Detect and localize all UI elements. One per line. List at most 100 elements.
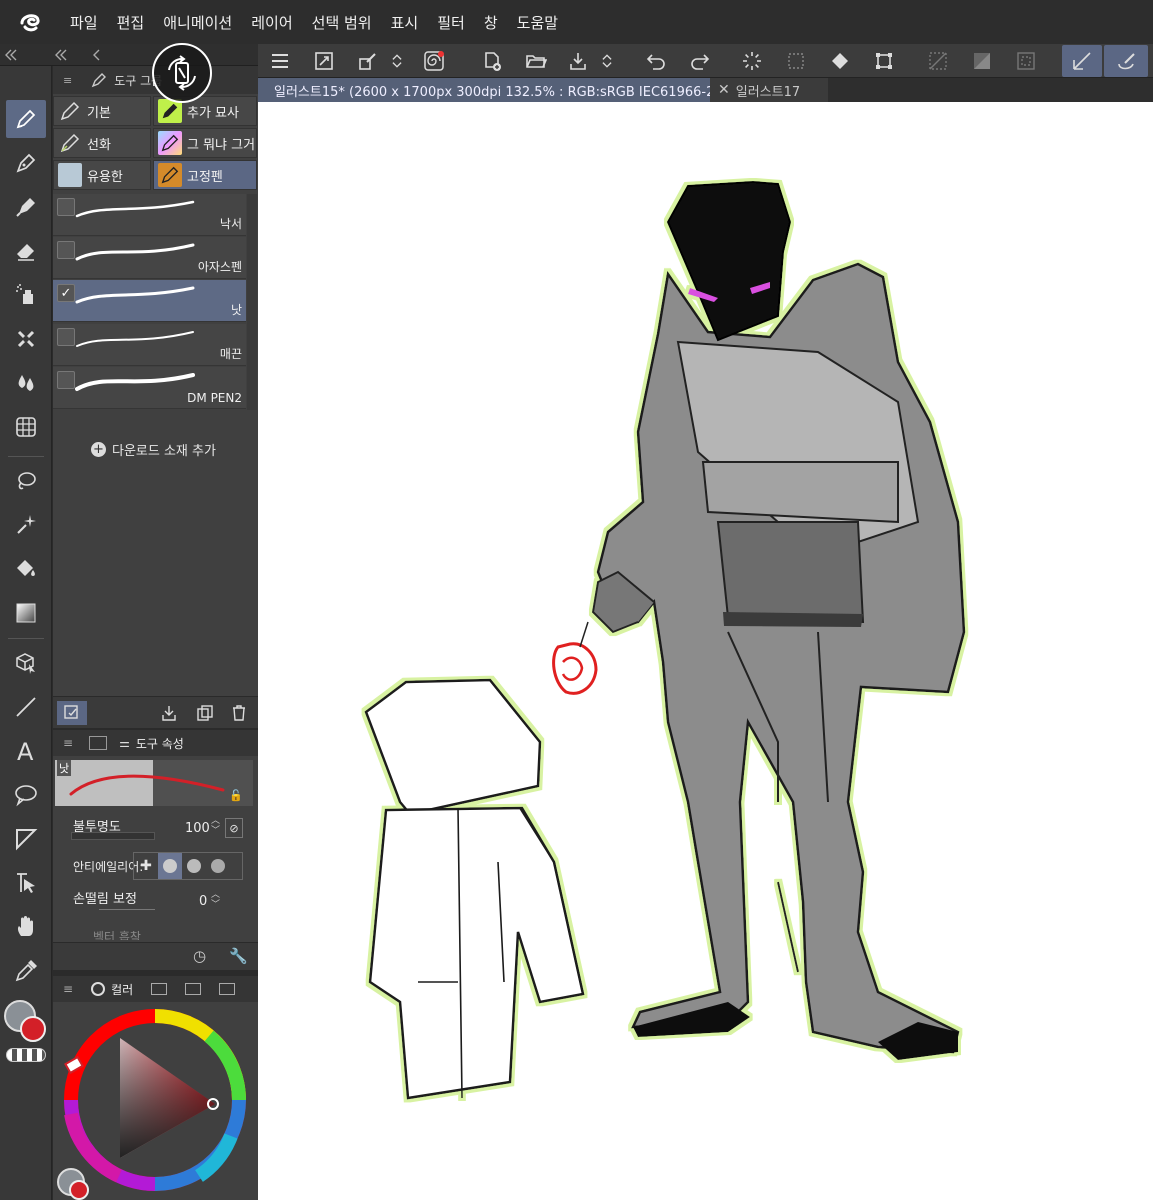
selection-dotted-icon[interactable] xyxy=(782,47,810,75)
tab-document-1[interactable]: 일러스트15* (2600 x 1700px 300dpi 132.5% : R… xyxy=(258,78,732,102)
undo-icon[interactable] xyxy=(642,47,670,75)
group-additional[interactable]: 추가 묘사 xyxy=(153,96,257,126)
transform-icon[interactable] xyxy=(870,47,898,75)
hand-icon[interactable] xyxy=(6,908,46,946)
brush-checkbox-checked[interactable]: ✓ xyxy=(57,284,75,302)
hue-ring[interactable] xyxy=(59,1004,251,1196)
eraser-icon[interactable] xyxy=(6,232,46,270)
import-icon[interactable] xyxy=(157,701,181,725)
brush-item-selected[interactable]: ✓ 낫 xyxy=(53,280,246,322)
antialias-selector[interactable]: ✚ xyxy=(133,852,243,880)
new-file-icon[interactable] xyxy=(478,47,506,75)
transparent-color-toggle[interactable] xyxy=(6,1048,46,1062)
fill-bucket-toolbar-icon[interactable] xyxy=(826,47,854,75)
spray-icon[interactable] xyxy=(6,276,46,314)
pen-icon[interactable] xyxy=(6,100,46,138)
group-basic[interactable]: 기본 xyxy=(53,96,151,126)
eyedropper-icon[interactable] xyxy=(6,952,46,990)
invert-selection-icon[interactable] xyxy=(968,47,996,75)
expand-icon[interactable] xyxy=(388,47,406,75)
antialias-strong-icon[interactable] xyxy=(206,853,230,879)
menu-animation[interactable]: 애니메이션 xyxy=(163,12,232,33)
group-useful[interactable]: 유용한 xyxy=(53,160,151,190)
subtool-detail-icon[interactable] xyxy=(89,736,108,750)
stabilizer-value[interactable]: 0 xyxy=(199,894,207,909)
menu-edit[interactable]: 편집 xyxy=(117,12,145,33)
loading-spinner-icon[interactable] xyxy=(738,47,766,75)
opacity-stepper-icon[interactable]: ︿ ﹀ xyxy=(211,816,220,836)
spiral-record-icon[interactable] xyxy=(420,47,448,75)
add-download-material-button[interactable]: + 다운로드 소재 추가 xyxy=(91,440,216,459)
brush-checkbox[interactable] xyxy=(57,371,75,389)
brush-item[interactable]: DM PEN2 xyxy=(53,367,246,409)
hamburger-menu-icon[interactable] xyxy=(266,47,294,75)
main-color-indicator[interactable] xyxy=(69,1180,89,1200)
brush-checkbox[interactable] xyxy=(57,328,75,346)
brush-checkbox[interactable] xyxy=(57,198,75,216)
snap-ruler-icon[interactable] xyxy=(1062,45,1102,77)
menu-help[interactable]: 도움말 xyxy=(517,12,558,33)
panel-menu-icon[interactable]: ≡ xyxy=(63,74,72,87)
menu-view[interactable]: 표시 xyxy=(391,12,419,33)
trash-icon[interactable] xyxy=(227,701,251,725)
marker-icon[interactable] xyxy=(6,188,46,226)
brush-item[interactable]: 매끈 xyxy=(53,324,246,366)
collapse-left-icon[interactable] xyxy=(4,48,18,62)
brush-list-scrollbar[interactable] xyxy=(247,194,257,410)
color-set-tab-icon[interactable] xyxy=(185,983,202,995)
opacity-value[interactable]: 100 xyxy=(185,821,210,836)
color-swatches[interactable] xyxy=(4,1000,46,1042)
clock-icon[interactable]: ◷ xyxy=(193,947,206,965)
open-folder-icon[interactable] xyxy=(522,47,550,75)
wrench-icon[interactable]: 🔧 xyxy=(229,947,248,965)
tab-document-2[interactable]: ✕ 일러스트17 xyxy=(710,78,828,102)
fit-canvas-icon[interactable] xyxy=(310,47,338,75)
brush-item[interactable]: 낙서 xyxy=(53,194,246,236)
menu-selection[interactable]: 선택 범위 xyxy=(312,12,372,33)
subtool-settings-icon[interactable] xyxy=(57,701,87,725)
eyedropper-settings-icon[interactable] xyxy=(354,47,382,75)
group-fixed-pen[interactable]: 고정펜 xyxy=(153,160,257,190)
redo-icon[interactable] xyxy=(686,47,714,75)
rotate-canvas-icon[interactable] xyxy=(152,43,212,103)
antialias-none-icon[interactable]: ✚ xyxy=(134,853,158,879)
menu-window[interactable]: 창 xyxy=(484,12,498,33)
pressure-toggle-icon[interactable]: ⊘ xyxy=(225,818,243,838)
panel-menu-icon[interactable]: ≡ xyxy=(63,736,73,750)
magic-wand-icon[interactable] xyxy=(6,506,46,544)
speech-balloon-icon[interactable] xyxy=(6,776,46,814)
lock-icon[interactable]: 🔓 xyxy=(229,789,243,802)
antialias-medium-icon[interactable] xyxy=(182,853,206,879)
panel-menu-icon[interactable]: ≡ xyxy=(63,982,73,996)
stabilizer-stepper-icon[interactable]: ︿ ﹀ xyxy=(211,890,220,910)
opacity-slider[interactable] xyxy=(71,832,155,840)
close-tab-icon[interactable]: ✕ xyxy=(718,82,730,98)
duplicate-icon[interactable] xyxy=(193,701,217,725)
text-icon[interactable]: A xyxy=(6,732,46,770)
group-that-thing[interactable]: 그 뭐냐 그거 xyxy=(153,128,257,158)
main-color-swatch[interactable] xyxy=(20,1016,46,1042)
save-options-icon[interactable] xyxy=(598,47,616,75)
line-icon[interactable] xyxy=(6,688,46,726)
menu-file[interactable]: 파일 xyxy=(70,12,98,33)
collapse-panel-icon[interactable] xyxy=(54,48,68,62)
save-icon[interactable] xyxy=(564,47,592,75)
intermediate-color-tab-icon[interactable] xyxy=(219,983,236,995)
menu-layer[interactable]: 레이어 xyxy=(251,12,292,33)
fill-bucket-icon[interactable] xyxy=(6,550,46,588)
brush-item[interactable]: 아자스펜 xyxy=(53,237,246,279)
snap-special-ruler-icon[interactable] xyxy=(1104,45,1148,77)
app-logo-icon[interactable] xyxy=(0,0,60,44)
show-selection-icon[interactable] xyxy=(1012,47,1040,75)
pencil-nib-icon[interactable] xyxy=(6,144,46,182)
frame-icon[interactable] xyxy=(6,820,46,858)
gradient-icon[interactable] xyxy=(6,594,46,632)
lasso-icon[interactable] xyxy=(6,462,46,500)
color-wheel-tab-icon[interactable] xyxy=(91,982,106,996)
color-slider-tab-icon[interactable] xyxy=(151,983,168,995)
antialias-weak-icon[interactable] xyxy=(158,853,182,879)
water-drop-icon[interactable] xyxy=(6,364,46,402)
brush-checkbox[interactable] xyxy=(57,241,75,259)
clear-outside-icon[interactable] xyxy=(924,47,952,75)
menu-filter[interactable]: 필터 xyxy=(437,12,465,33)
